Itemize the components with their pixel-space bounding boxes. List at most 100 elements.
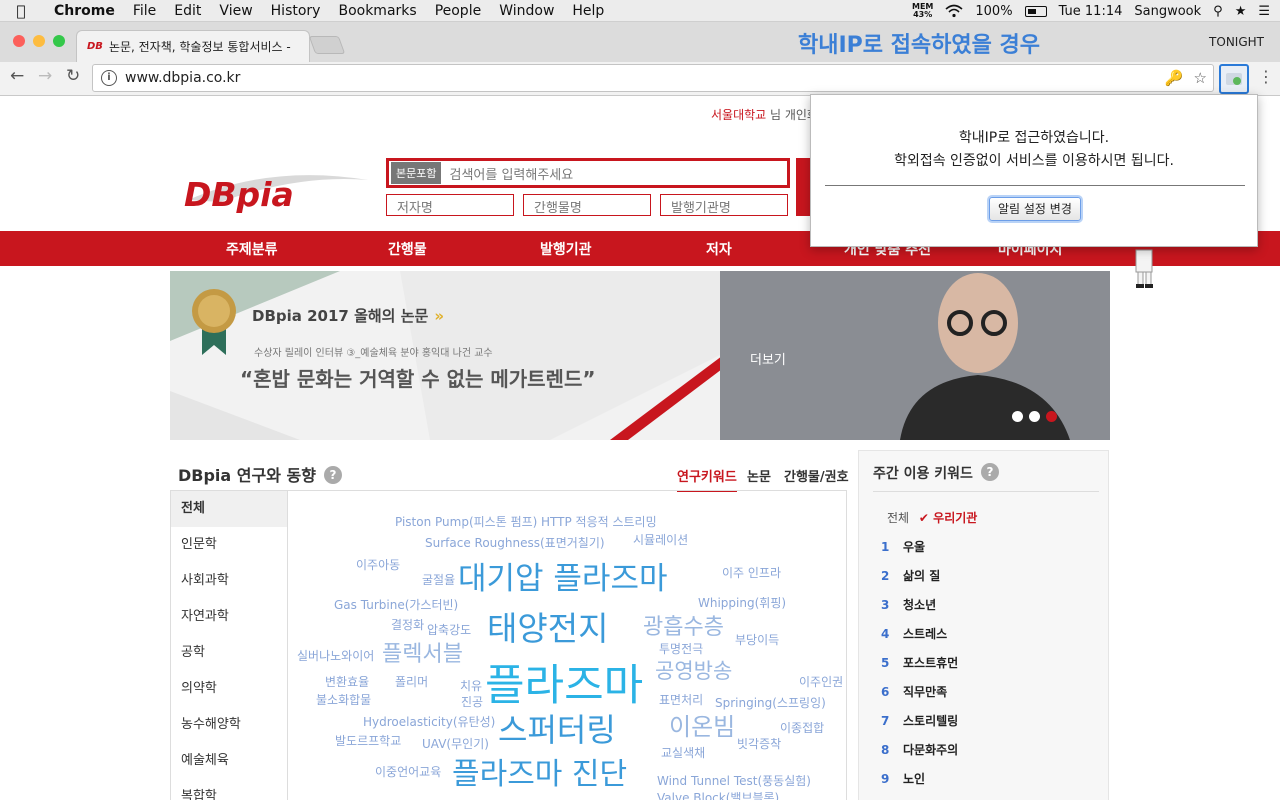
keyword[interactable]: 빗각증착 <box>737 735 781 752</box>
keyword[interactable]: 시뮬레이션 <box>633 531 688 548</box>
menu-view[interactable]: View <box>210 3 261 19</box>
browser-tab[interactable]: DB 논문, 전자책, 학술정보 통합서비스 - <box>76 30 310 62</box>
keyword[interactable]: 스퍼터링 <box>498 705 616 751</box>
keyword[interactable]: 이온빔 <box>669 707 735 742</box>
weekly-rank-item[interactable]: 6 직무만족 <box>881 683 947 700</box>
keyword[interactable]: 표면처리 <box>659 691 703 708</box>
menu-bookmarks[interactable]: Bookmarks <box>329 3 425 19</box>
keyword[interactable]: 태양전지 <box>487 602 608 650</box>
star-icon[interactable]: ★ <box>1235 4 1247 19</box>
pager-dot[interactable] <box>1012 411 1023 422</box>
category-item[interactable]: 사회과학 <box>171 563 287 599</box>
category-item[interactable]: 전체 <box>171 491 287 527</box>
hero-banner[interactable]: DBpia 2017 올해의 논문» 수상자 릴레이 인터뷰 ③_예술체육 분야… <box>170 271 1110 440</box>
keyword[interactable]: Valve Block(밸브블록) <box>657 789 779 800</box>
keyword[interactable]: 교실색채 <box>661 744 705 761</box>
bookmark-star-icon[interactable]: ☆ <box>1194 69 1207 87</box>
menu-file[interactable]: File <box>124 3 165 19</box>
close-window-icon[interactable] <box>13 35 25 47</box>
keyword[interactable]: Gas Turbine(가스터빈) <box>334 596 458 613</box>
nav-journal[interactable]: 간행물 <box>388 239 427 259</box>
author-field[interactable]: 저자명 <box>386 194 514 216</box>
category-item[interactable]: 자연과학 <box>171 599 287 635</box>
menu-window[interactable]: Window <box>490 3 563 19</box>
keyword[interactable]: 광흡수층 <box>643 609 724 641</box>
pager-dot[interactable] <box>1029 411 1040 422</box>
menu-history[interactable]: History <box>262 3 330 19</box>
weekly-rank-item[interactable]: 5 포스트휴먼 <box>881 654 958 671</box>
help-icon[interactable]: ? <box>980 463 999 481</box>
keyword[interactable]: 이주 인프라 <box>722 564 781 581</box>
pager-dot-active[interactable] <box>1046 411 1057 422</box>
key-icon[interactable]: 🔑 <box>1165 69 1184 87</box>
minimize-window-icon[interactable] <box>33 35 45 47</box>
nav-subject[interactable]: 주제분류 <box>226 239 278 259</box>
memory-status[interactable]: MEM 43% <box>912 3 933 19</box>
wifi-icon[interactable] <box>945 4 963 18</box>
tab-papers[interactable]: 논문 <box>747 466 771 485</box>
fulltext-toggle[interactable]: 본문포함 <box>391 162 442 184</box>
weekly-rank-item[interactable]: 7 스토리텔링 <box>881 712 958 729</box>
back-icon[interactable]: ← <box>10 66 24 86</box>
weekly-rank-item[interactable]: 1 우울 <box>881 538 925 555</box>
tab-keywords[interactable]: 연구키워드 <box>677 466 737 492</box>
filter-all[interactable]: 전체 <box>887 511 909 525</box>
keyword[interactable]: 대기압 플라즈마 <box>458 553 668 598</box>
weekly-rank-item[interactable]: 9 노인 <box>881 770 925 787</box>
keyword[interactable]: Piston Pump(피스톤 펌프) <box>395 513 537 530</box>
help-icon[interactable]: ? <box>323 466 342 484</box>
keyword[interactable]: Hydroelasticity(유탄성) <box>363 713 495 730</box>
keyword[interactable]: 진공 <box>461 693 483 710</box>
keyword[interactable]: 변환효율 <box>325 673 369 690</box>
apple-icon[interactable]:  <box>0 2 42 20</box>
nav-author[interactable]: 저자 <box>706 239 732 259</box>
category-item[interactable]: 농수해양학 <box>171 707 287 743</box>
keyword[interactable]: 결정화 <box>391 616 424 633</box>
reload-icon[interactable]: ↻ <box>66 66 80 86</box>
weekly-rank-item[interactable]: 8 다문화주의 <box>881 741 958 758</box>
forward-icon[interactable]: → <box>38 66 52 86</box>
tab-journals[interactable]: 간행물/권호 <box>784 466 849 485</box>
menu-app[interactable]: Chrome <box>42 3 124 19</box>
category-item[interactable]: 의약학 <box>171 671 287 707</box>
nav-publisher[interactable]: 발행기관 <box>540 239 592 259</box>
publisher-field[interactable]: 발행기관명 <box>660 194 788 216</box>
zoom-window-icon[interactable] <box>53 35 65 47</box>
address-bar[interactable]: i www.dbpia.co.kr 🔑 ☆ <box>92 64 1214 92</box>
new-tab-button[interactable] <box>308 36 346 54</box>
keyword[interactable]: 플라즈마 <box>485 651 643 713</box>
keyword[interactable]: 이중언어교육 <box>375 763 441 780</box>
clock[interactable]: Tue 11:14 <box>1059 4 1123 19</box>
keyword[interactable]: 이주아동 <box>356 556 400 573</box>
keyword[interactable]: 플렉서블 <box>382 636 463 668</box>
notification-settings-button[interactable]: 알림 설정 변경 <box>989 197 1081 221</box>
dbpia-logo[interactable]: DBpia <box>180 170 370 214</box>
keyword[interactable]: 치유 <box>460 677 482 694</box>
search-input[interactable]: 검색어를 입력해주세요 <box>441 164 573 183</box>
keyword[interactable]: 발도르프학교 <box>335 732 401 749</box>
weekly-rank-item[interactable]: 4 스트레스 <box>881 625 947 642</box>
category-item[interactable]: 공학 <box>171 635 287 671</box>
spotlight-icon[interactable]: ⚲ <box>1213 4 1223 19</box>
journal-field[interactable]: 간행물명 <box>523 194 651 216</box>
menu-people[interactable]: People <box>426 3 491 19</box>
profile-button[interactable]: TONIGHT <box>1209 35 1264 49</box>
banner-more-link[interactable]: 더보기 <box>750 349 786 368</box>
keyword[interactable]: 부당이득 <box>735 631 779 648</box>
menu-help[interactable]: Help <box>563 3 613 19</box>
keyword[interactable]: Wind Tunnel Test(풍동실험) <box>657 772 811 789</box>
keyword[interactable]: 이종접합 <box>780 719 824 736</box>
menu-edit[interactable]: Edit <box>165 3 210 19</box>
category-item[interactable]: 인문학 <box>171 527 287 563</box>
weekly-rank-item[interactable]: 2 삶의 질 <box>881 567 940 584</box>
category-item[interactable]: 예술체육 <box>171 743 287 779</box>
extension-icon[interactable] <box>1219 64 1249 94</box>
keyword[interactable]: 불소화합물 <box>316 691 371 708</box>
site-info-icon[interactable]: i <box>101 70 117 86</box>
keyword[interactable]: 플라즈마 진단 <box>452 749 627 793</box>
chrome-menu-icon[interactable]: ⋮ <box>1258 67 1274 86</box>
search-bar[interactable]: 본문포함 검색어를 입력해주세요 <box>386 158 790 188</box>
user-name[interactable]: Sangwook <box>1134 4 1201 19</box>
filter-my-institution[interactable]: ✔ 우리기관 <box>919 511 977 525</box>
keyword[interactable]: HTTP 적응적 스트리밍 <box>541 513 657 530</box>
